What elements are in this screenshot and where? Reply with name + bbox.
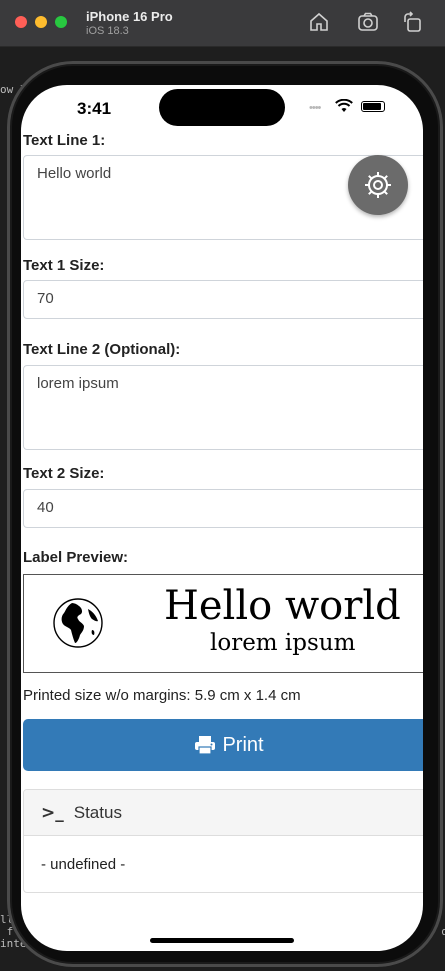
text-2-size-label: Text 2 Size:	[23, 465, 105, 482]
status-panel: >_ Status - undefined -	[23, 789, 423, 893]
signal-dots-icon: ••••	[309, 102, 321, 114]
print-button-label: Print	[222, 733, 264, 756]
text-line-1-label: Text Line 1:	[23, 132, 106, 149]
home-icon[interactable]	[307, 10, 331, 34]
gear-icon	[365, 172, 391, 198]
preview-line-2: lorem ipsum	[210, 630, 356, 656]
screenshot-icon[interactable]	[356, 10, 380, 34]
printed-size-text: Printed size w/o margins: 5.9 cm x 1.4 c…	[23, 687, 301, 704]
label-preview-heading: Label Preview:	[23, 549, 129, 566]
home-indicator	[150, 938, 294, 943]
battery-icon	[361, 101, 385, 112]
simulator-titlebar: iPhone 16 Pro iOS 18.3	[0, 0, 445, 47]
settings-fab-button[interactable]	[348, 155, 408, 215]
device-screen: 3:41 •••• Text Line 1: Hello world Text …	[21, 85, 423, 951]
text-1-size-label: Text 1 Size:	[23, 257, 105, 274]
dynamic-island	[159, 89, 285, 126]
preview-line-1: Hello world	[164, 583, 401, 629]
text-line-2-label: Text Line 2 (Optional):	[23, 341, 181, 358]
os-version: iOS 18.3	[86, 25, 129, 37]
zoom-window-button[interactable]	[55, 16, 67, 28]
close-window-button[interactable]	[15, 16, 27, 28]
status-time: 3:41	[77, 99, 112, 118]
text-2-size-input[interactable]: 40	[23, 489, 423, 528]
text-1-size-input[interactable]: 70	[23, 280, 423, 319]
label-preview: Hello world lorem ipsum	[23, 574, 423, 673]
rotate-icon[interactable]	[401, 10, 425, 34]
wifi-icon	[335, 99, 353, 112]
printer-icon	[195, 736, 216, 755]
print-button[interactable]: Print	[23, 719, 423, 771]
minimize-window-button[interactable]	[35, 16, 47, 28]
status-bar: 3:41 ••••	[21, 85, 423, 135]
status-panel-title: Status	[73, 802, 122, 822]
status-panel-body: - undefined -	[41, 856, 126, 873]
globe-icon	[53, 598, 103, 648]
device-name: iPhone 16 Pro	[86, 9, 173, 24]
text-line-2-input[interactable]: lorem ipsum	[23, 365, 423, 450]
status-panel-header[interactable]: >_ Status	[24, 790, 423, 836]
terminal-icon: >_	[41, 802, 64, 823]
